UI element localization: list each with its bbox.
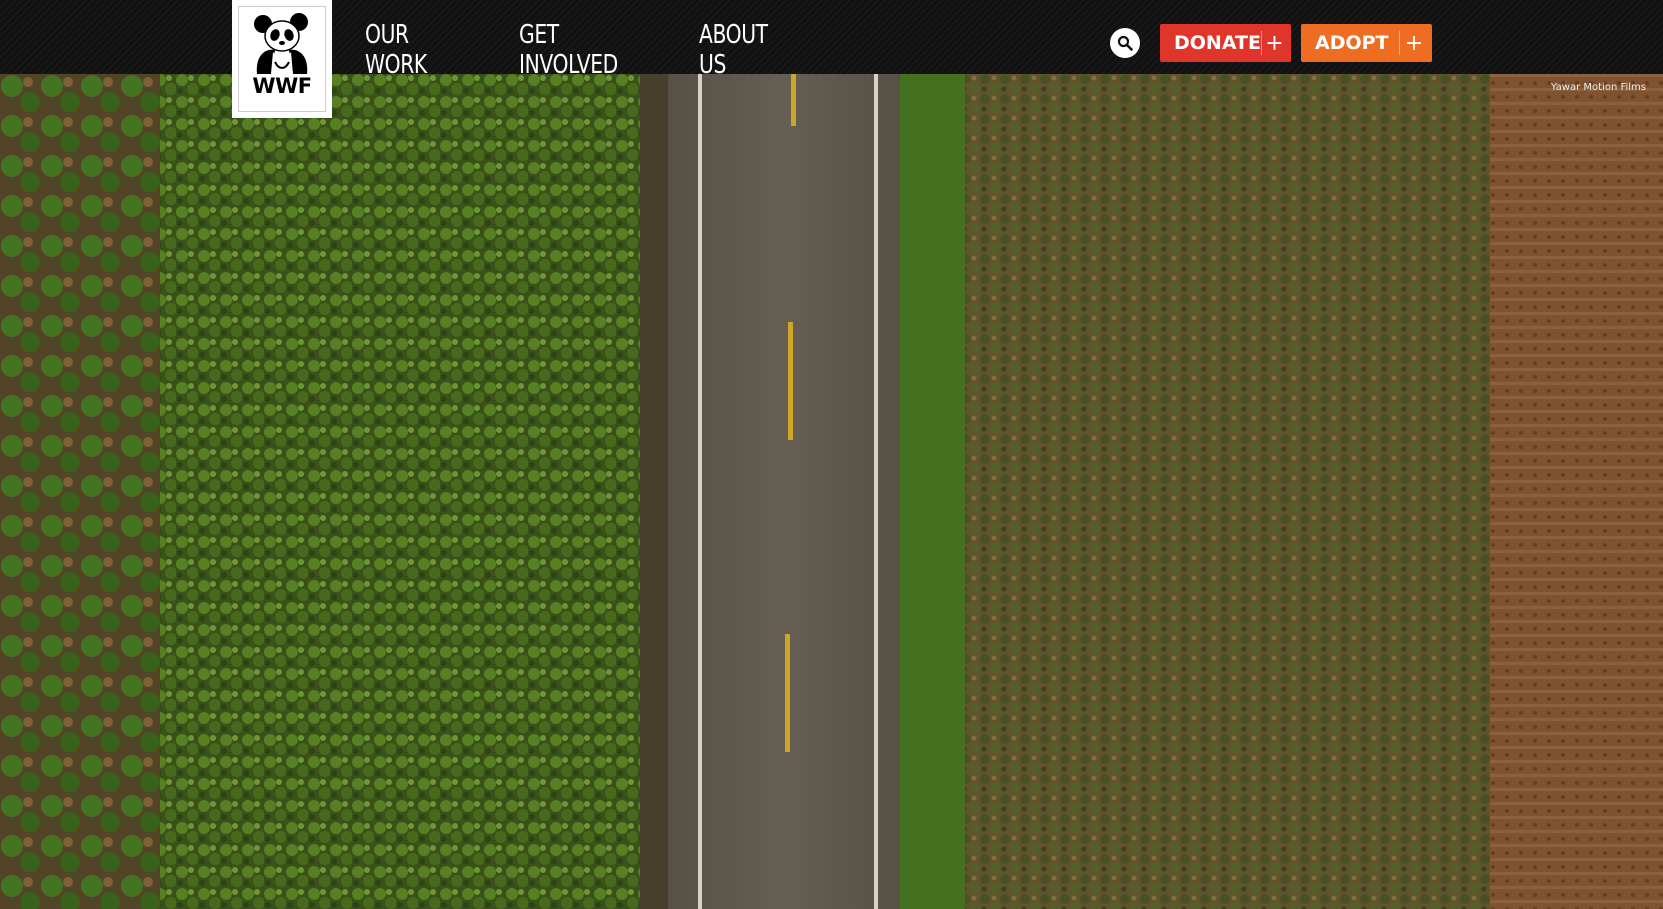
- donate-label: DONATE: [1174, 32, 1261, 54]
- nav-item-our-work[interactable]: OUR WORK: [365, 20, 457, 80]
- nav-item-about-us[interactable]: ABOUT US: [699, 20, 777, 80]
- wwf-logo[interactable]: WWF: [232, 0, 332, 118]
- hero-photo: [0, 74, 1663, 909]
- donate-button[interactable]: DONATE +: [1160, 24, 1291, 62]
- photo-credit: Yawar Motion Films: [1550, 82, 1646, 93]
- hero-image: [0, 74, 1663, 909]
- search-icon: [1117, 35, 1133, 51]
- search-button[interactable]: [1110, 28, 1140, 58]
- page: OUR WORK GET INVOLVED ABOUT US DONATE + …: [0, 0, 1663, 909]
- main-nav: OUR WORK GET INVOLVED ABOUT US: [365, 20, 799, 80]
- adopt-label: ADOPT: [1315, 32, 1389, 54]
- logo-wordmark: WWF: [252, 74, 312, 98]
- adopt-button[interactable]: ADOPT +: [1301, 24, 1432, 62]
- plus-icon: +: [1261, 31, 1287, 56]
- nav-item-get-involved[interactable]: GET INVOLVED: [519, 20, 631, 80]
- panda-icon: [254, 13, 308, 74]
- plus-icon: +: [1399, 31, 1428, 56]
